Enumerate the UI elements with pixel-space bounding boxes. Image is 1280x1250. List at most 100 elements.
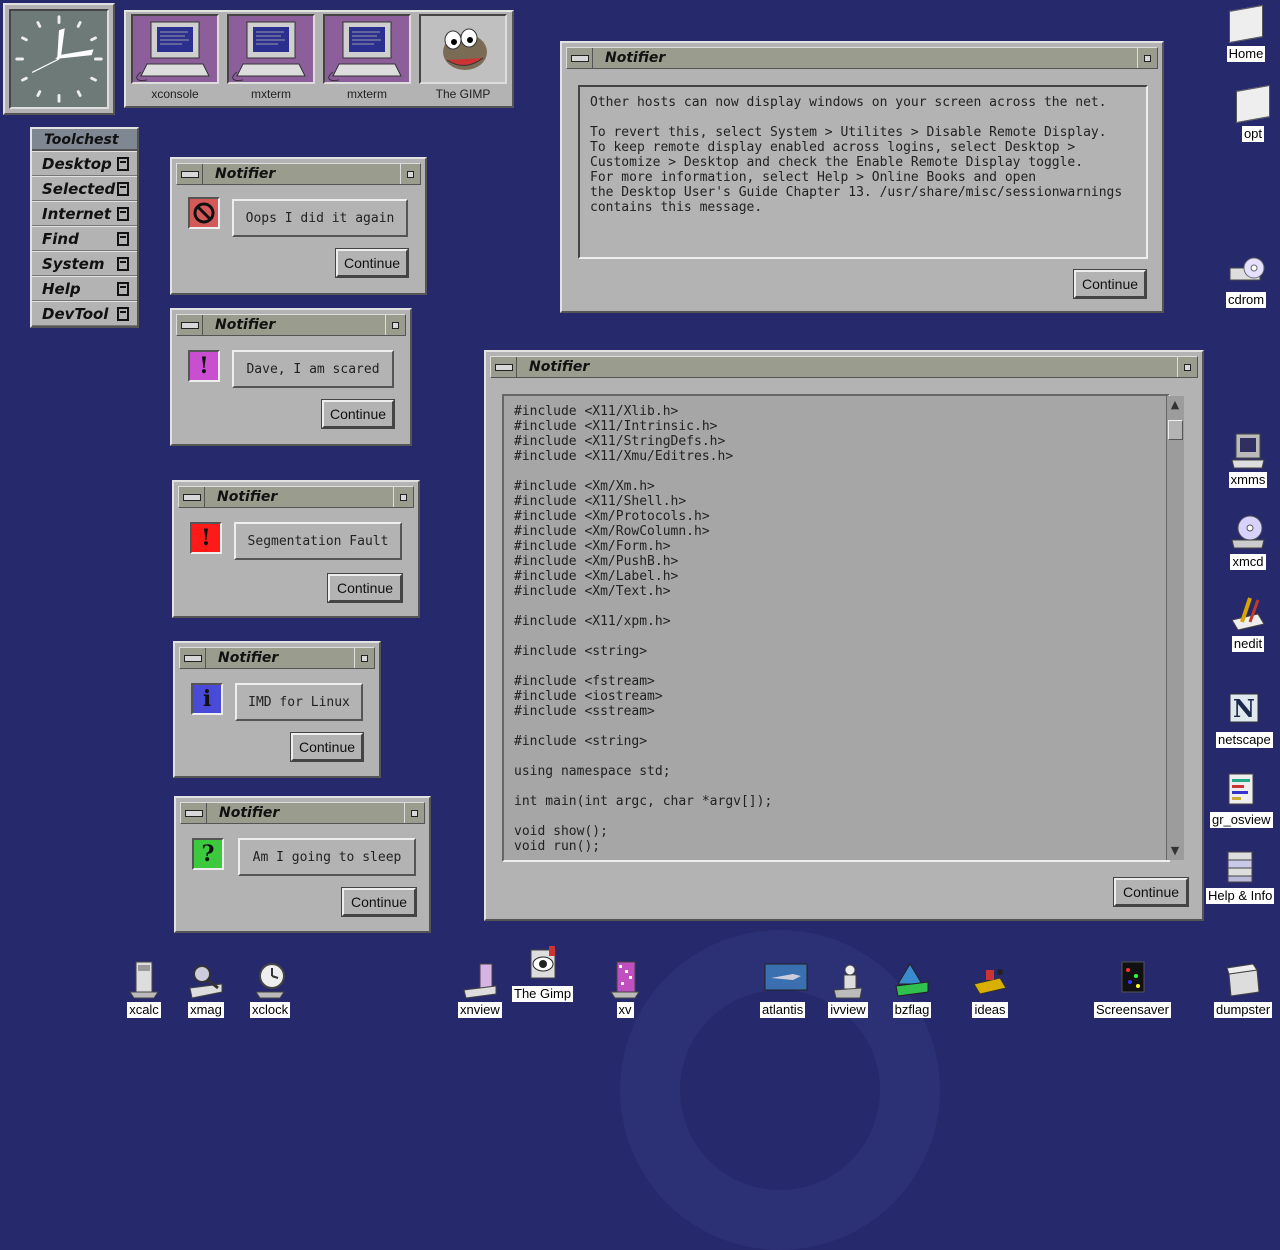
desktop-icon-screensaver[interactable]: Screensaver <box>1094 960 1171 1018</box>
desktop-icon-home[interactable]: Home <box>1226 4 1266 62</box>
notifier-dave: Notifier ! Dave, I am scared Continue <box>170 308 412 446</box>
toolchest-item-internet[interactable]: Internet <box>32 201 137 226</box>
desktop-icon-label: xmms <box>1228 472 1268 488</box>
clock-icon <box>250 960 290 1000</box>
window-menu-button[interactable] <box>567 48 593 68</box>
desktop-icon-xmag[interactable]: xmag <box>186 960 226 1018</box>
computer-icon <box>131 14 219 84</box>
window-title: Notifier <box>215 166 276 182</box>
dumpster-icon <box>1223 960 1263 1000</box>
desktop-icon-help-info[interactable]: Help & Info <box>1206 846 1275 904</box>
window-title: Notifier <box>605 50 666 66</box>
desktop-icon-nedit[interactable]: nedit <box>1228 594 1268 652</box>
desktop-icon-label: dumpster <box>1214 1002 1273 1018</box>
desktop-icon-dumpster[interactable]: dumpster <box>1214 960 1273 1018</box>
toolchest-item-system[interactable]: System <box>32 251 137 276</box>
svg-text:N: N <box>1233 694 1255 723</box>
window-menu-button[interactable] <box>491 357 517 377</box>
window-menu-button[interactable] <box>177 164 203 184</box>
desktop-icon-label: gr_osview <box>1210 812 1273 828</box>
window-titlebar[interactable]: Notifier <box>566 47 1158 69</box>
toolchest-item-selected[interactable]: Selected <box>32 176 137 201</box>
desktop-icon-gr-osview[interactable]: gr_osview <box>1210 770 1273 828</box>
help-books-icon <box>1220 846 1260 886</box>
window-menu-button[interactable] <box>177 315 203 335</box>
desktop-icon-label: xmag <box>188 1002 224 1018</box>
desktop-icon-atlantis[interactable]: atlantis <box>760 960 808 1018</box>
minimize-button[interactable] <box>404 803 424 823</box>
desktop-icon-cdrom[interactable]: cdrom <box>1226 250 1267 308</box>
scroll-thumb[interactable] <box>1168 420 1183 440</box>
desktop-icon-the-gimp[interactable]: The Gimp <box>512 944 574 1002</box>
notifier-oops: Notifier Oops I did it again Continue <box>170 157 427 295</box>
exclamation-icon: ! <box>188 350 220 382</box>
nedit-icon <box>1228 594 1268 634</box>
desktop-icon-xclock[interactable]: xclock <box>250 960 291 1018</box>
continue-button[interactable]: Continue <box>1073 269 1147 299</box>
window-menu-button[interactable] <box>179 487 205 507</box>
window-titlebar[interactable]: Notifier <box>179 647 375 669</box>
xnview-icon <box>460 960 500 1000</box>
window-titlebar[interactable]: Notifier <box>176 163 421 185</box>
toolchest-item-desktop[interactable]: Desktop <box>32 151 137 176</box>
window-titlebar[interactable]: Notifier <box>178 486 414 508</box>
desktop-icon-xmcd[interactable]: xmcd <box>1228 512 1268 570</box>
launcher-mxterm-2[interactable]: mxterm <box>320 14 414 104</box>
launcher-xconsole[interactable]: xconsole <box>128 14 222 104</box>
desktop-icon-bzflag[interactable]: bzflag <box>892 960 932 1018</box>
continue-button[interactable]: Continue <box>321 399 395 429</box>
window-menu-button[interactable] <box>181 803 207 823</box>
desktop-icon-label: atlantis <box>760 1002 806 1018</box>
clock-hands-icon <box>15 15 103 103</box>
desktop-icon-label: Screensaver <box>1094 1002 1171 1018</box>
desktop-icon-netscape[interactable]: N netscape <box>1216 690 1273 748</box>
launcher-mxterm-1[interactable]: mxterm <box>224 14 318 104</box>
continue-button[interactable]: Continue <box>1113 877 1189 907</box>
window-titlebar[interactable]: Notifier <box>180 802 425 824</box>
vertical-scrollbar[interactable]: ▲ ▼ <box>1166 396 1184 860</box>
minimize-button[interactable] <box>1177 357 1197 377</box>
launcher-label: mxterm <box>251 87 291 101</box>
toolchest-item-label: Find <box>42 229 79 248</box>
desktop-icon-label: xcalc <box>127 1002 161 1018</box>
exclamation-icon: ! <box>190 522 222 554</box>
minimize-button[interactable] <box>400 164 420 184</box>
launcher-gimp[interactable]: The GIMP <box>416 14 510 104</box>
desktop-icon-ivview[interactable]: ivview <box>828 960 868 1018</box>
toolchest-item-help[interactable]: Help <box>32 276 137 301</box>
scroll-up-arrow-icon[interactable]: ▲ <box>1168 398 1182 412</box>
continue-button[interactable]: Continue <box>327 573 403 603</box>
desktop-icon-ideas[interactable]: ideas <box>970 960 1010 1018</box>
continue-button[interactable]: Continue <box>335 248 409 278</box>
minimize-button[interactable] <box>354 648 374 668</box>
scroll-down-arrow-icon[interactable]: ▼ <box>1168 844 1182 858</box>
window-menu-button[interactable] <box>180 648 206 668</box>
continue-button[interactable]: Continue <box>341 887 417 917</box>
desktop-icon-label: xclock <box>250 1002 291 1018</box>
desktop-icon-label: xmcd <box>1230 554 1266 570</box>
continue-button[interactable]: Continue <box>290 732 364 762</box>
desktop-icon-xmms[interactable]: xmms <box>1228 430 1268 488</box>
desktop-icon-xv[interactable]: xv <box>605 960 645 1018</box>
window-titlebar[interactable]: Notifier <box>176 314 406 336</box>
desktop-icon-label: xv <box>616 1002 634 1018</box>
minimize-button[interactable] <box>385 315 405 335</box>
toolchest-item-devtool[interactable]: DevTool <box>32 301 137 326</box>
minimize-button[interactable] <box>393 487 413 507</box>
notifier-message: Dave, I am scared <box>232 350 394 388</box>
toolchest-item-label: DevTool <box>42 304 109 323</box>
window-title: Notifier <box>217 489 278 505</box>
desktop-clock[interactable] <box>3 3 115 115</box>
minimize-button[interactable] <box>1137 48 1157 68</box>
xmcd-icon <box>1228 512 1268 552</box>
notifier-message: Oops I did it again <box>232 199 408 237</box>
submenu-icon <box>117 231 129 246</box>
desktop-icon-xnview[interactable]: xnview <box>458 960 502 1018</box>
desktop-icon-opt[interactable]: opt <box>1233 84 1273 142</box>
code-text-area[interactable]: #include <X11/Xlib.h> #include <X11/Intr… <box>502 394 1170 862</box>
toolchest-item-find[interactable]: Find <box>32 226 137 251</box>
window-titlebar[interactable]: Notifier <box>490 356 1198 378</box>
calculator-icon <box>124 960 164 1000</box>
toolchest-item-label: Help <box>42 279 81 298</box>
desktop-icon-xcalc[interactable]: xcalc <box>124 960 164 1018</box>
